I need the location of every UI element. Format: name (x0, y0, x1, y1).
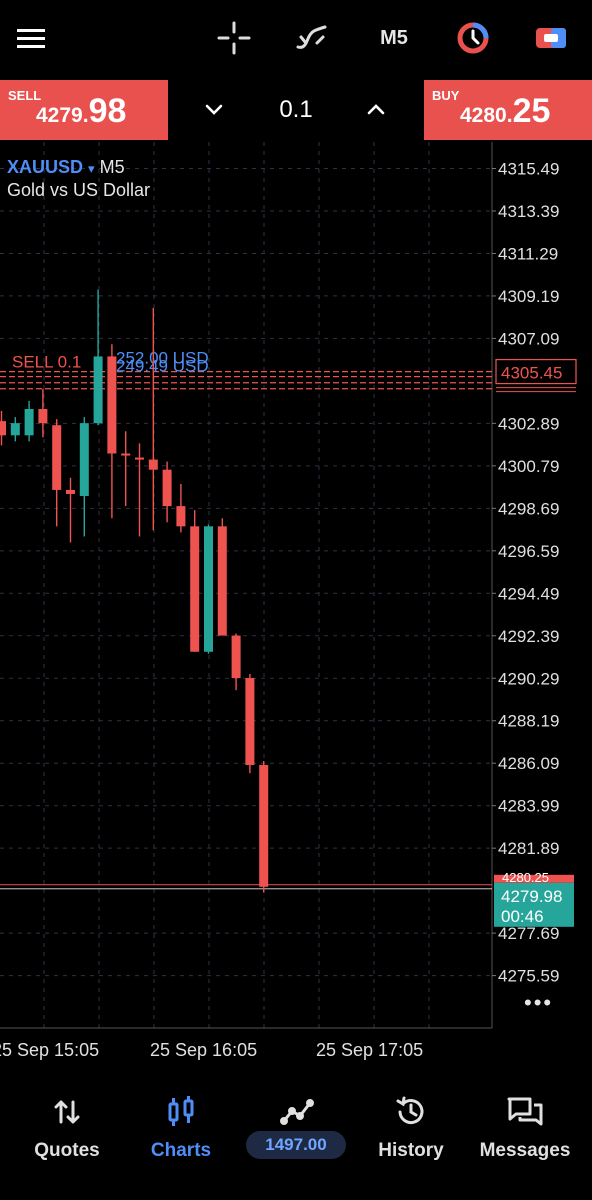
chart-symbol[interactable]: XAUUSD ▾ M5 (7, 157, 125, 178)
price-tick-label: 4286.09 (498, 754, 559, 773)
price-tick-label: 4277.69 (498, 924, 559, 943)
symbol-timeframe: M5 (99, 157, 125, 177)
candle-body (121, 453, 131, 456)
symbol-dropdown-icon: ▾ (88, 161, 95, 176)
price-tick-label: 4281.89 (498, 839, 559, 858)
price-tick-label: 4296.59 (498, 542, 559, 561)
charts-icon (166, 1090, 196, 1134)
symbol-name: XAUUSD (7, 157, 84, 177)
one-click-trading-icon[interactable] (528, 14, 574, 62)
candle-body (66, 489, 75, 494)
candle-body (217, 526, 227, 636)
candle-body (148, 459, 158, 470)
price-tick-label: 4309.19 (498, 287, 559, 306)
candle-body (231, 635, 241, 679)
ask-price-tag-label: 4280.25 (502, 870, 549, 885)
more-options-icon[interactable]: ••• (524, 990, 553, 1016)
chart-canvas[interactable]: SELL 0.1 252.00 USD249.49 USD 4315.49 4313… (0, 142, 592, 1062)
nav-history[interactable]: History (352, 1090, 470, 1190)
nav-messages[interactable]: Messages (466, 1090, 584, 1190)
position-lines: SELL 0.1 252.00 USD249.49 USD (0, 349, 492, 890)
price-tick-label: 4300.79 (498, 457, 559, 476)
candle-body (162, 469, 172, 507)
sell-button[interactable]: SELL 4279.98 (0, 80, 168, 140)
price-tick-label: 4294.49 (498, 584, 559, 603)
candle-body (176, 506, 186, 527)
candle-body (204, 526, 213, 652)
candle-body (93, 356, 103, 424)
price-tick-label: 4290.29 (498, 669, 559, 688)
timeframe-button[interactable]: M5 (372, 14, 416, 62)
price-tick-label: 4292.39 (498, 627, 559, 646)
timeframe-label: M5 (380, 26, 408, 49)
price-tick-label: 4283.99 (498, 797, 559, 816)
nav-quotes-label: Quotes (34, 1140, 100, 1161)
quotes-icon (52, 1090, 82, 1134)
history-icon (394, 1090, 428, 1134)
price-tick-label: 4311.29 (498, 244, 558, 263)
candles (0, 289, 269, 893)
open-price-tag-label: 4305.45 (501, 364, 562, 383)
candle-body (24, 409, 34, 436)
price-chart[interactable]: SELL 0.1 252.00 USD 249.49 USD 4315.49 4313… (0, 142, 592, 1062)
messages-icon (506, 1090, 544, 1134)
bid-price-tag-label: 4279.98 (501, 887, 562, 906)
price-tick-label: 4275.59 (498, 967, 559, 986)
candle-body (52, 425, 62, 490)
buy-price: 4280.25 (460, 92, 551, 130)
menu-icon[interactable] (10, 14, 52, 62)
candle-body (79, 423, 89, 496)
candle-body (245, 678, 255, 766)
position-profit-label: 249.49 USD (116, 357, 209, 376)
trade-icon (280, 1090, 314, 1134)
indicators-icon[interactable] (290, 14, 334, 62)
price-tick-label: 4288.19 (498, 712, 559, 731)
nav-charts-label: Charts (150, 1140, 212, 1161)
nav-quotes[interactable]: Quotes (8, 1090, 126, 1190)
balance-badge: 1497.00 (246, 1131, 346, 1159)
bar-countdown-label: 00:46 (501, 907, 544, 926)
candle-body (107, 356, 117, 454)
lot-increase-icon[interactable] (364, 98, 388, 122)
price-tick-label: 4307.09 (498, 329, 559, 348)
candle-body (190, 526, 200, 652)
time-axis: 25 Sep 15:05 25 Sep 16:05 25 Sep 17:05 (0, 1040, 423, 1060)
nav-messages-label: Messages (479, 1140, 571, 1161)
candle-body (0, 421, 6, 436)
chart-grid (0, 142, 493, 1029)
time-tick-label: 25 Sep 15:05 (0, 1040, 99, 1060)
trade-panel: SELL 4279.98 0.1 BUY 4280.25 (0, 80, 592, 142)
nav-history-label: History (378, 1140, 444, 1161)
position-line-label: SELL 0.1 (12, 353, 81, 372)
buy-label: BUY (432, 88, 460, 103)
buy-button[interactable]: BUY 4280.25 (424, 80, 592, 140)
price-tick-label: 4313.39 (498, 202, 559, 221)
lot-selector: 0.1 (168, 80, 424, 140)
candle-body (135, 457, 144, 460)
time-tick-label: 25 Sep 17:05 (316, 1040, 423, 1060)
crosshair-icon[interactable] (212, 14, 256, 62)
objects-icon[interactable] (450, 14, 496, 62)
symbol-description: Gold vs US Dollar (7, 180, 151, 200)
top-toolbar: M5 (0, 0, 592, 78)
price-tick-label: 4315.49 (498, 159, 559, 178)
candle-body (259, 765, 269, 887)
candle-body (38, 409, 48, 424)
price-tick-label: 4298.69 (498, 499, 559, 518)
candle-body (10, 423, 20, 436)
price-tick-label: 4302.89 (498, 414, 559, 433)
nav-charts[interactable]: Charts (122, 1090, 240, 1190)
price-axis: 4315.49 4313.39 4311.29 4309.19 4307.09 4302.… (492, 159, 559, 986)
time-tick-label: 25 Sep 16:05 (150, 1040, 257, 1060)
sell-price: 4279.98 (36, 92, 127, 130)
